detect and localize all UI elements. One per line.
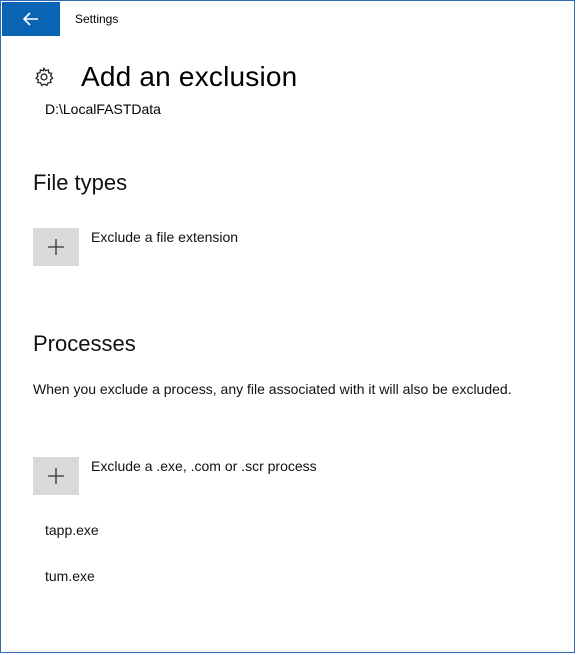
page-title: Add an exclusion — [81, 61, 298, 92]
title-bar: Settings — [2, 2, 573, 36]
gear-icon — [33, 66, 55, 88]
page-header: Add an exclusion — [33, 61, 297, 93]
plus-icon — [47, 467, 65, 485]
process-item-tapp[interactable]: tapp.exe — [45, 522, 99, 538]
back-button[interactable] — [2, 2, 60, 36]
add-process-button[interactable] — [33, 457, 79, 495]
window-title: Settings — [75, 12, 119, 26]
exclude-process-row: Exclude a .exe, .com or .scr process — [33, 457, 317, 495]
processes-description: When you exclude a process, any file ass… — [33, 381, 512, 397]
file-types-heading: File types — [33, 170, 128, 195]
exclude-file-extension-row: Exclude a file extension — [33, 228, 238, 266]
process-item-tum[interactable]: tum.exe — [45, 568, 95, 584]
add-file-extension-button[interactable] — [33, 228, 79, 266]
exclude-file-extension-label[interactable]: Exclude a file extension — [91, 229, 238, 245]
exclusion-path: D:\LocalFASTData — [45, 101, 161, 117]
settings-window: Settings Add an exclusion D:\LocalFASTDa… — [0, 0, 575, 653]
exclude-process-label[interactable]: Exclude a .exe, .com or .scr process — [91, 458, 317, 474]
plus-icon — [47, 238, 65, 256]
processes-heading: Processes — [33, 331, 136, 356]
back-arrow-icon — [23, 12, 39, 26]
